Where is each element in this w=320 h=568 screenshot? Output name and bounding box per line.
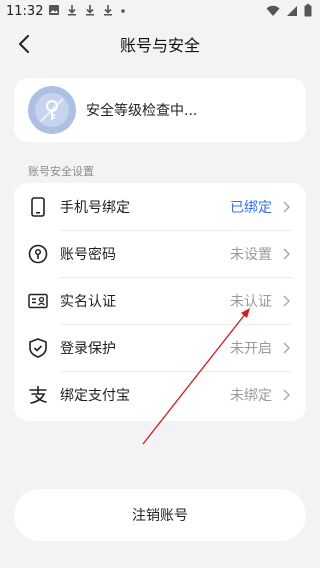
shield-check-icon [28,337,48,358]
wifi-icon [266,5,280,16]
chevron-right-icon [280,200,292,213]
row-status: 未开启 [230,340,272,357]
delete-account-button[interactable]: 注销账号 [14,489,306,541]
security-status-text: 安全等级检查中... [86,103,198,119]
row-label: 登录保护 [60,340,116,357]
id-card-icon [28,291,48,311]
page-title: 账号与安全 [119,36,200,55]
dot-icon [121,9,125,13]
row-status: 未认证 [230,293,272,310]
row-status: 已绑定 [230,199,272,216]
row-label: 绑定支付宝 [60,387,130,404]
download-icon [104,5,112,16]
account-security-list: 手机号绑定 已绑定 账号密码 未设置 实名认证 未认证 登录保护 未开启 绑定支… [14,183,306,421]
key-shield-icon [35,93,69,127]
row-label: 账号密码 [60,246,116,263]
chevron-right-icon [280,294,292,307]
section-title: 账号安全设置 [28,165,94,178]
row-label: 实名认证 [60,293,116,310]
alipay-icon [28,385,48,405]
security-shield-badge [28,86,76,134]
download-icon [86,5,94,16]
chevron-right-icon [280,388,292,401]
row-real-name-auth[interactable]: 实名认证 未认证 [14,277,306,324]
row-phone-binding[interactable]: 手机号绑定 已绑定 [14,183,306,230]
signal-icon [287,5,297,16]
row-divider [60,277,292,278]
row-bind-alipay[interactable]: 绑定支付宝 未绑定 [14,371,306,418]
status-bar: 11:32 [0,0,320,24]
delete-account-label: 注销账号 [132,508,188,524]
phone-icon [28,196,48,217]
row-divider [60,230,292,231]
battery-icon [304,4,312,17]
status-notifications [48,4,126,16]
status-system-icons [266,4,312,17]
row-login-protection[interactable]: 登录保护 未开启 [14,324,306,371]
row-account-password[interactable]: 账号密码 未设置 [14,230,306,277]
row-divider [60,371,292,372]
keyhole-icon [28,244,48,264]
security-level-card: 安全等级检查中... [14,78,306,142]
chevron-right-icon [280,341,292,354]
row-label: 手机号绑定 [60,199,130,216]
chevron-right-icon [280,247,292,260]
row-divider [60,324,292,325]
image-icon [49,5,59,15]
nav-bar: 账号与安全 [0,24,320,64]
row-status: 未绑定 [230,387,272,404]
row-status: 未设置 [230,246,272,263]
download-icon [68,5,76,16]
status-time: 11:32 [6,4,44,19]
